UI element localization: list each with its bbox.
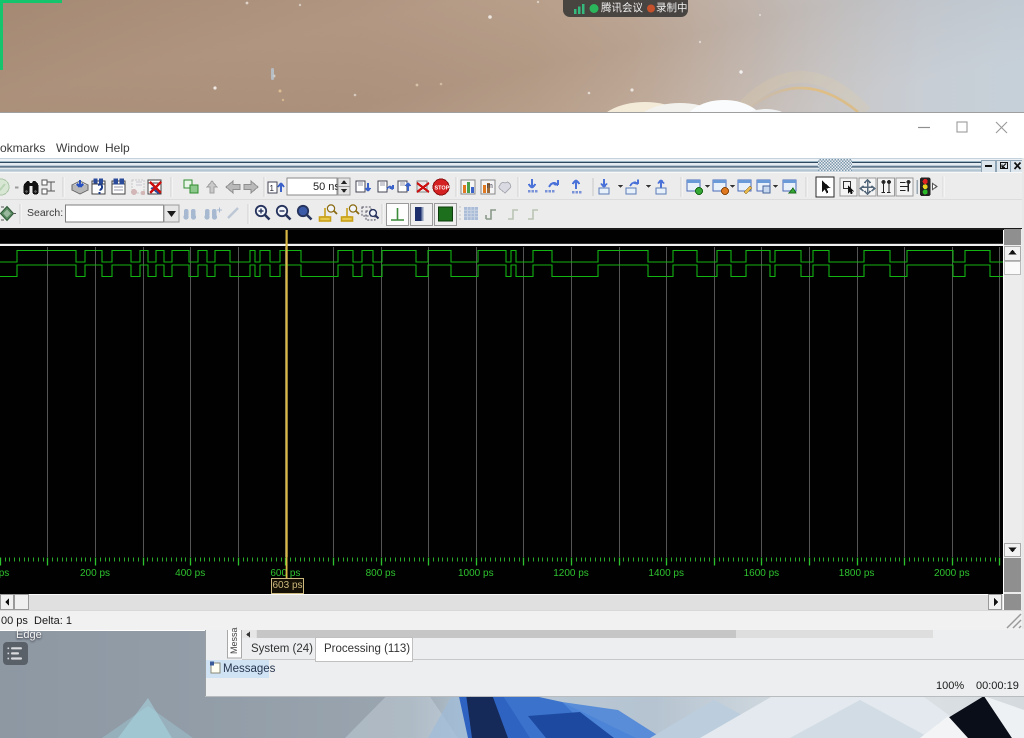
svg-text:1400 ps: 1400 ps (648, 568, 684, 579)
svg-text:400 ps: 400 ps (175, 568, 205, 579)
svg-text:1: 1 (270, 184, 275, 193)
svg-text:1000 ps: 1000 ps (458, 568, 494, 579)
svg-text:0 ps: 0 ps (0, 568, 9, 579)
svg-text:STOP: STOP (435, 186, 450, 192)
svg-text:1200 ps: 1200 ps (553, 568, 589, 579)
svg-text:m: m (487, 183, 493, 190)
svg-text:1600 ps: 1600 ps (744, 568, 780, 579)
svg-text:1800 ps: 1800 ps (839, 568, 875, 579)
svg-text:2000 ps: 2000 ps (934, 568, 970, 579)
svg-text:800 ps: 800 ps (366, 568, 396, 579)
svg-text:200 ps: 200 ps (80, 568, 110, 579)
svg-text:50 ns: 50 ns (313, 181, 340, 193)
svg-text:Search:: Search: (27, 207, 63, 219)
